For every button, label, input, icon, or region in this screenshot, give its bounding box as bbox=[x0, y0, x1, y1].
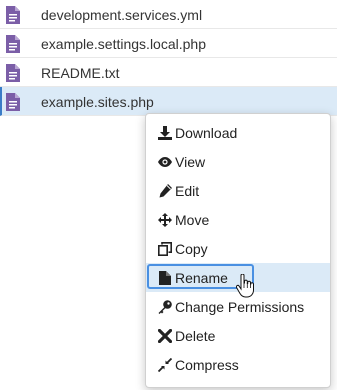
menu-item-label: Edit bbox=[175, 182, 200, 199]
menu-item-label: Move bbox=[175, 211, 210, 228]
menu-item-edit[interactable]: Edit bbox=[146, 176, 330, 205]
menu-item-label: Change Permissions bbox=[175, 298, 305, 315]
file-icon bbox=[6, 6, 20, 24]
move-arrows-icon bbox=[158, 212, 172, 227]
menu-item-label: Download bbox=[175, 124, 238, 141]
file-icon bbox=[6, 93, 20, 111]
file-name[interactable]: example.sites.php bbox=[41, 94, 154, 110]
menu-item-label: Delete bbox=[175, 327, 216, 344]
context-menu: Download View Edit Move Copy Rename Chan… bbox=[145, 113, 331, 388]
key-icon bbox=[158, 299, 172, 314]
file-row-selected[interactable]: example.sites.php bbox=[0, 87, 337, 116]
menu-item-download[interactable]: Download bbox=[146, 118, 330, 147]
file-icon bbox=[6, 35, 20, 53]
hand-pointer-cursor-icon bbox=[235, 273, 254, 298]
file-name[interactable]: README.txt bbox=[41, 65, 120, 81]
eye-icon bbox=[158, 155, 172, 169]
menu-item-delete[interactable]: Delete bbox=[146, 321, 330, 350]
menu-item-label: View bbox=[175, 153, 206, 170]
file-row[interactable]: development.services.yml bbox=[0, 0, 337, 29]
file-list: development.services.yml example.setting… bbox=[0, 0, 337, 116]
menu-item-label: Copy bbox=[175, 240, 208, 257]
pencil-icon bbox=[158, 183, 172, 198]
menu-item-copy[interactable]: Copy bbox=[146, 234, 330, 263]
file-row[interactable]: example.settings.local.php bbox=[0, 29, 337, 58]
menu-item-label: Compress bbox=[175, 356, 239, 373]
copy-icon bbox=[158, 241, 172, 256]
download-icon bbox=[158, 125, 172, 140]
compress-icon bbox=[158, 357, 172, 372]
file-name[interactable]: example.settings.local.php bbox=[41, 36, 206, 52]
file-name[interactable]: development.services.yml bbox=[41, 7, 202, 23]
file-icon bbox=[6, 64, 20, 82]
menu-item-move[interactable]: Move bbox=[146, 205, 330, 234]
x-icon bbox=[158, 328, 172, 343]
menu-item-compress[interactable]: Compress bbox=[146, 350, 330, 379]
menu-item-view[interactable]: View bbox=[146, 147, 330, 176]
file-row[interactable]: README.txt bbox=[0, 58, 337, 87]
